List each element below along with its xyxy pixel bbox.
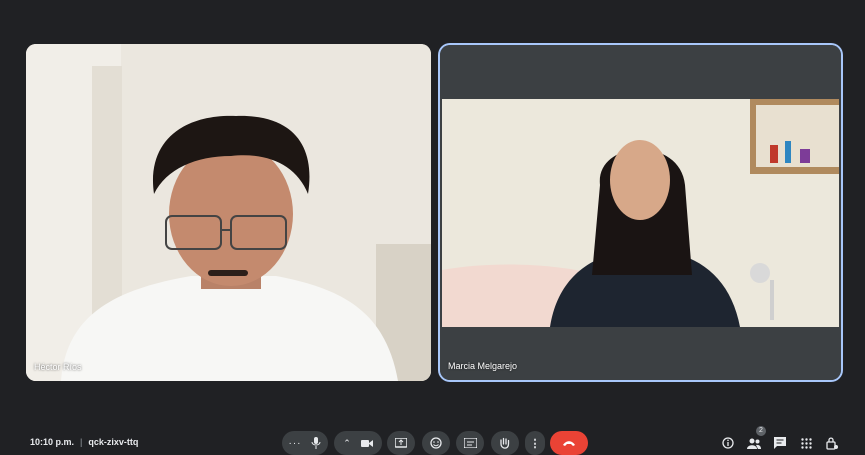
raise-hand-button[interactable] [491,431,519,455]
meeting-info: 10:10 p.m. | qck-zixv-ttq [30,437,138,447]
end-call-button[interactable] [550,431,588,455]
mic-button[interactable] [304,431,328,455]
participant-tile-hector[interactable]: Héctor Ríos [26,44,431,381]
present-screen-button[interactable] [387,431,415,455]
emoji-button[interactable] [422,431,450,455]
chat-button[interactable] [770,433,790,453]
people-count-badge: 2 [756,426,766,436]
activities-button[interactable] [796,433,816,453]
more-vert-icon: ⋮ [529,437,541,450]
participant-tile-marcia[interactable]: Marcia Melgarejo [440,45,841,380]
captions-icon [463,438,477,448]
host-controls-button[interactable] [822,433,842,453]
chevron-up-icon: ⌃ [343,437,351,448]
raise-hand-icon [500,437,510,449]
more-options-icon: ··· [288,437,302,449]
host-controls-icon [826,436,838,450]
meeting-code: qck-zixv-ttq [88,437,139,447]
people-button[interactable] [744,433,764,453]
people-icon [747,438,761,449]
end-call-icon [563,440,575,446]
participant-video-marcia [440,45,841,380]
emoji-icon [430,437,442,449]
mic-icon [311,437,321,449]
meeting-time: 10:10 p.m. [30,437,75,447]
present-screen-icon [395,438,407,448]
chat-icon [774,437,786,449]
participant-video-hector [26,44,431,381]
captions-button[interactable] [456,431,484,455]
camera-icon [360,439,373,447]
camera-button[interactable]: ⌃ [334,431,382,455]
activities-icon [800,437,812,449]
info-icon [722,437,734,449]
separator: | [80,437,83,447]
more-vert-button[interactable]: ⋮ [525,431,545,455]
participant-name-marcia: Marcia Melgarejo [448,361,518,371]
info-button[interactable] [718,433,738,453]
participant-name-hector: Héctor Ríos [34,362,82,372]
